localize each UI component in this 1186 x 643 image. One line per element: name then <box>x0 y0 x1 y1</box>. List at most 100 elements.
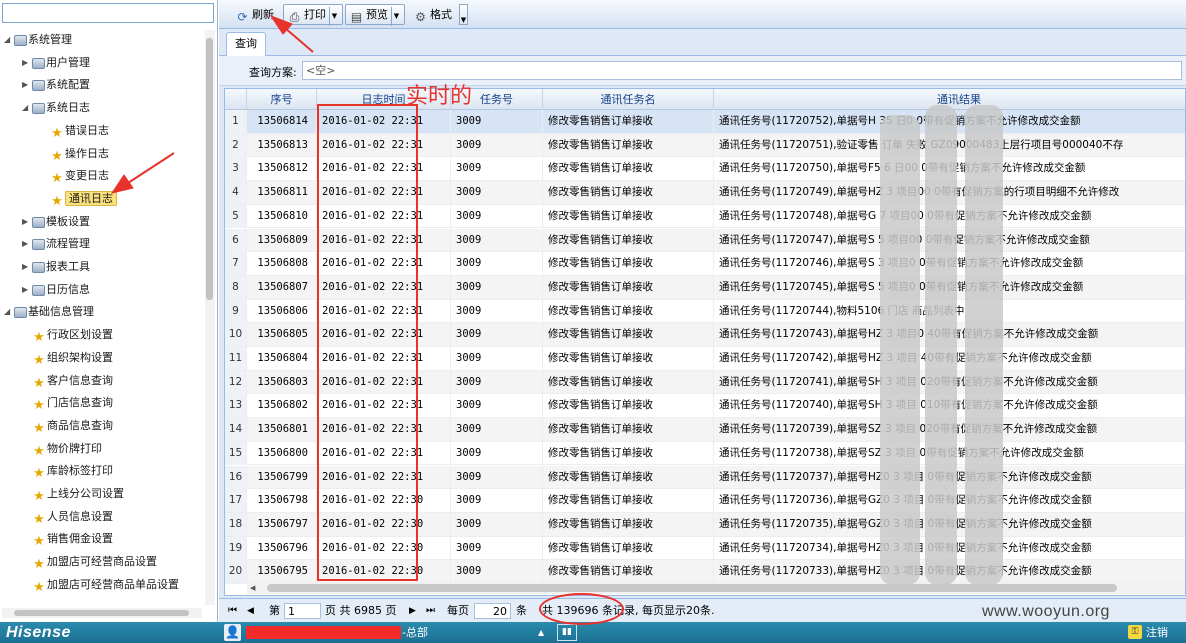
grid-horizontal-scrollbar[interactable]: ◀ <box>247 582 1185 594</box>
table-row[interactable]: 5 13506810 2016-01-02 22:31 3009 修改零售销售订单接收通… <box>225 204 1185 229</box>
grid-header-task-name[interactable]: 通讯任务名 <box>543 89 714 110</box>
query-scheme-input[interactable]: <空> <box>302 61 1182 80</box>
tree-item[interactable]: ▶ 模板设置 <box>22 212 90 232</box>
table-row[interactable]: 18 13506797 2016-01-02 22:30 3009 修改零售销售订单接收… <box>225 512 1185 537</box>
collapse-toggle-icon[interactable]: ◢ <box>4 30 14 50</box>
tree-item[interactable]: ★ 操作日志 <box>40 144 109 164</box>
result-cell: 通讯任务号(11720737),单据号HZ0 3 项目 0带有促销方案不允许修改… <box>714 466 1185 489</box>
table-row[interactable]: 15 13506800 2016-01-02 22:31 3009 修改零售销售订单接收… <box>225 441 1185 466</box>
log-time-cell: 2016-01-02 22:31 <box>317 110 451 133</box>
result-cell: 通讯任务号(11720745),单据号S 5 项目0 0带有促销方案不允许修改成… <box>714 276 1185 299</box>
log-time-cell: 2016-01-02 22:31 <box>317 133 451 157</box>
preview-icon: ▤ <box>350 10 363 24</box>
table-row[interactable]: 8 13506807 2016-01-02 22:31 3009 修改零售销售订单接收通… <box>225 275 1185 300</box>
tree-item[interactable]: ★ 人员信息设置 <box>22 507 113 527</box>
grid-header-result[interactable]: 通讯结果 <box>714 89 1185 110</box>
star-icon: ★ <box>33 443 45 459</box>
tree-item[interactable]: ★ 物价牌打印 <box>22 439 102 459</box>
first-page-icon[interactable]: ⏮ <box>228 603 237 619</box>
tree-item[interactable]: ★ 销售佣金设置 <box>22 529 113 549</box>
tree-item[interactable]: ◢ 系统日志 <box>22 98 90 118</box>
task-name-cell: 修改零售销售订单接收 <box>543 560 714 584</box>
tree-item[interactable]: ★ 门店信息查询 <box>22 393 113 413</box>
logout-button[interactable]: 注销 <box>1146 622 1168 643</box>
tree-item[interactable]: ★ 行政区划设置 <box>22 325 113 345</box>
seq-cell: 13506798 <box>247 489 317 513</box>
next-page-icon[interactable]: ▶ <box>409 603 416 619</box>
tree-item[interactable]: ▶ 用户管理 <box>22 53 90 73</box>
tree-item[interactable]: ▶ 报表工具 <box>22 257 90 277</box>
grid-header-time[interactable]: 日志时间 <box>317 89 451 110</box>
expand-toggle-icon[interactable]: ▶ <box>22 257 32 277</box>
table-row[interactable]: 10 13506805 2016-01-02 22:31 3009 修改零售销售订单接收… <box>225 323 1185 347</box>
grid-horizontal-scroll-thumb[interactable] <box>267 584 1117 592</box>
last-page-icon[interactable]: ⏭ <box>426 603 435 619</box>
tree-item[interactable]: ★ 客户信息查询 <box>22 371 113 391</box>
chevron-down-icon[interactable]: ▼ <box>391 7 401 26</box>
tree-item[interactable]: ◢ 系统管理 <box>4 30 72 50</box>
table-row[interactable]: 6 13506809 2016-01-02 22:31 3009 修改零售销售订单接收通… <box>225 228 1185 253</box>
table-row[interactable]: 11 13506804 2016-01-02 22:31 3009 修改零售销售订单接收… <box>225 347 1185 371</box>
collapse-toggle-icon[interactable]: ◢ <box>22 98 32 118</box>
tree-item-label: 加盟店可经营商品单品设置 <box>47 577 179 591</box>
result-cell: 通讯任务号(11720740),单据号SH 3 项目 010带有促销方案不允许修… <box>714 394 1185 417</box>
collapse-toggle-icon[interactable]: ◢ <box>4 302 14 322</box>
table-row[interactable]: 4 13506811 2016-01-02 22:31 3009 修改零售销售订单接收通… <box>225 181 1185 205</box>
tree-item[interactable]: ★ 加盟店可经营商品单品设置 <box>22 575 179 595</box>
tree-horizontal-scrollbar[interactable] <box>2 608 202 618</box>
expand-toggle-icon[interactable]: ▶ <box>22 212 32 232</box>
preview-button[interactable]: ▤ 预览 ▼ <box>345 4 405 26</box>
tree-vertical-scrollbar[interactable] <box>205 30 215 605</box>
table-row[interactable]: 1 13506814 2016-01-02 22:31 3009 修改零售销售订单接收通… <box>225 110 1185 134</box>
grid-header-task[interactable]: 任务号 <box>451 89 543 110</box>
per-page-input[interactable]: 20 <box>474 603 511 619</box>
expand-toggle-icon[interactable]: ▶ <box>22 75 32 95</box>
expand-toggle-icon[interactable]: ▶ <box>22 234 32 254</box>
prev-page-icon[interactable]: ◀ <box>247 603 254 619</box>
expand-toggle-icon[interactable]: ▶ <box>22 280 32 300</box>
refresh-button[interactable]: ⟳ 刷新 <box>231 4 278 25</box>
per-page-prefix: 每页 <box>447 604 469 617</box>
table-row[interactable]: 17 13506798 2016-01-02 22:30 3009 修改零售销售订单接收… <box>225 489 1185 513</box>
tree-item[interactable]: ★ 商品信息查询 <box>22 416 113 436</box>
scroll-left-icon[interactable]: ◀ <box>250 582 255 594</box>
chart-icon[interactable]: ▮▮ <box>557 624 577 641</box>
table-row[interactable]: 16 13506799 2016-01-02 22:31 3009 修改零售销售订单接收… <box>225 465 1185 490</box>
tree-item[interactable]: ★ 上线分公司设置 <box>22 484 124 504</box>
folder-icon <box>32 80 45 92</box>
table-row[interactable]: 12 13506803 2016-01-02 22:31 3009 修改零售销售订单接收… <box>225 370 1185 395</box>
toolbar-overflow-button[interactable]: ▼ <box>459 4 468 25</box>
seq-cell: 13506808 <box>247 252 317 276</box>
table-row[interactable]: 14 13506801 2016-01-02 22:31 3009 修改零售销售订单接收… <box>225 418 1185 442</box>
tree-item[interactable]: ◢ 基础信息管理 <box>4 302 94 322</box>
print-button[interactable]: ⎙ 打印 ▼ <box>283 4 343 26</box>
page-number-input[interactable]: 1 <box>284 603 321 619</box>
tree-item[interactable]: ★ 组织架构设置 <box>22 348 113 368</box>
table-row[interactable]: 2 13506813 2016-01-02 22:31 3009 修改零售销售订单接收通… <box>225 133 1185 158</box>
tab-query[interactable]: 查询 <box>226 32 266 56</box>
tree-item[interactable]: ★ 错误日志 <box>40 121 109 141</box>
expand-toggle-icon[interactable]: ▶ <box>22 53 32 73</box>
grid-header-seq[interactable]: 序号 <box>247 89 317 110</box>
tree-item[interactable]: ★ 库龄标签打印 <box>22 461 113 481</box>
chevron-down-icon[interactable]: ▼ <box>329 7 339 26</box>
task-name-cell: 修改零售销售订单接收 <box>543 110 714 133</box>
tree-search-input[interactable] <box>2 3 214 23</box>
table-row[interactable]: 20 13506795 2016-01-02 22:30 3009 修改零售销售订单接收… <box>225 560 1185 584</box>
chevron-up-icon[interactable]: ▲ <box>538 622 544 643</box>
table-row[interactable]: 7 13506808 2016-01-02 22:31 3009 修改零售销售订单接收通… <box>225 252 1185 276</box>
tree-item[interactable]: ▶ 流程管理 <box>22 234 90 254</box>
tree-item[interactable]: ★ 加盟店可经营商品设置 <box>22 552 157 572</box>
tree-item[interactable]: ★ 变更日志 <box>40 166 109 186</box>
format-button[interactable]: ⚙ 格式 <box>409 4 456 25</box>
table-row[interactable]: 13 13506802 2016-01-02 22:31 3009 修改零售销售订单接收… <box>225 394 1185 419</box>
table-row[interactable]: 19 13506796 2016-01-02 22:30 3009 修改零售销售订单接收… <box>225 536 1185 561</box>
tree-horizontal-scroll-thumb[interactable] <box>14 610 189 616</box>
tree-item[interactable]: ▶ 系统配置 <box>22 75 90 95</box>
table-row[interactable]: 9 13506806 2016-01-02 22:31 3009 修改零售销售订单接收通… <box>225 299 1185 324</box>
row-number-cell: 14 <box>225 418 247 442</box>
tree-item[interactable]: ▶ 日历信息 <box>22 280 90 300</box>
table-row[interactable]: 3 13506812 2016-01-02 22:31 3009 修改零售销售订单接收通… <box>225 157 1185 182</box>
tree-vertical-scroll-thumb[interactable] <box>206 38 213 300</box>
tree-item[interactable]: ★ 通讯日志 <box>40 189 117 209</box>
